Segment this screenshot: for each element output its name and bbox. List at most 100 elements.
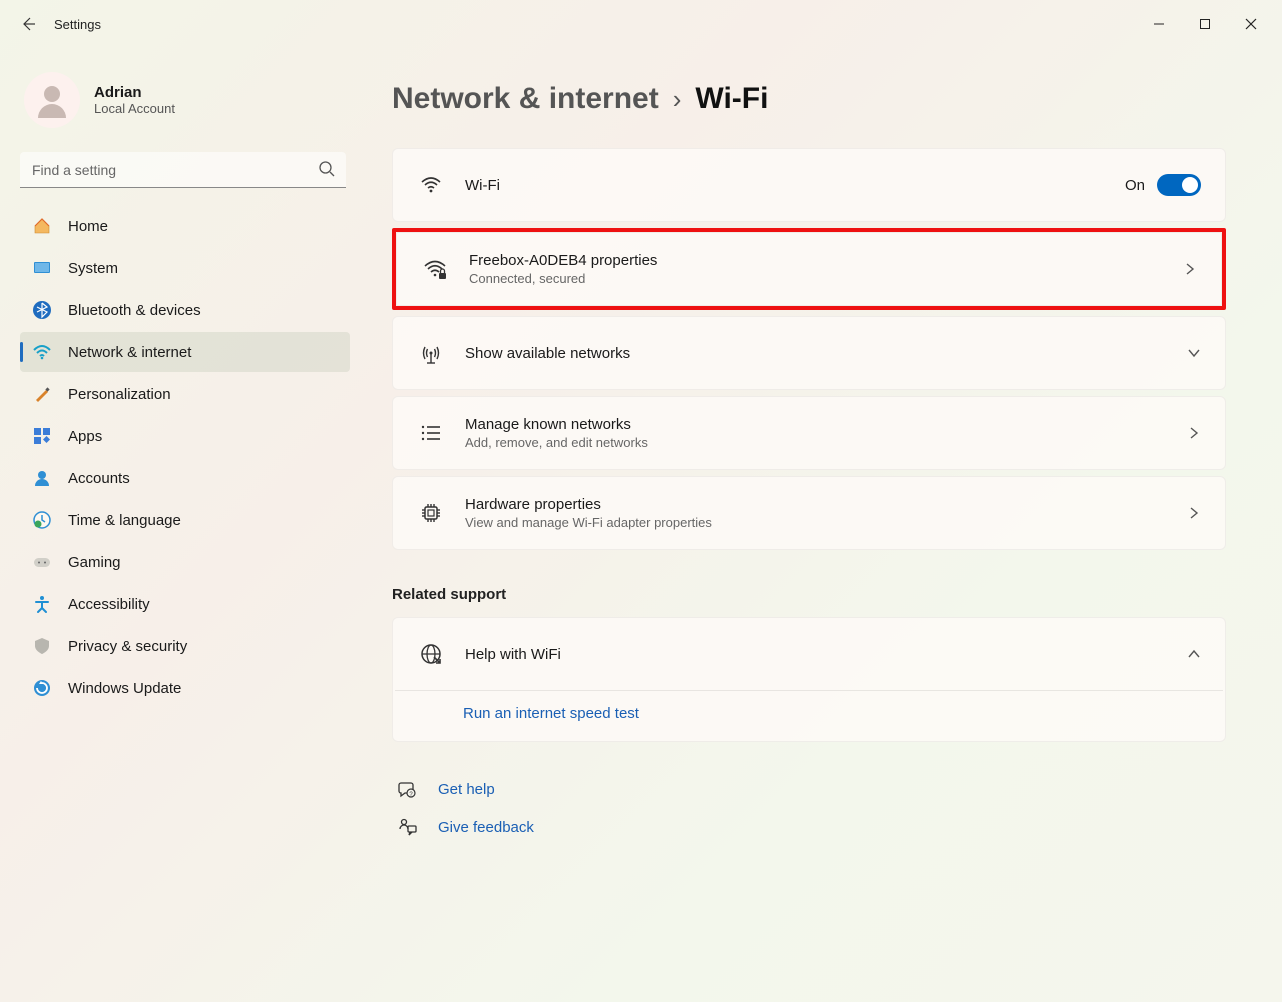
sidebar-item-label: Apps	[68, 428, 102, 445]
wifi-secured-icon	[421, 255, 449, 283]
speed-test-row: Run an internet speed test	[393, 691, 1225, 741]
connected-network-row[interactable]: Freebox-A0DEB4 properties Connected, sec…	[397, 233, 1221, 305]
bluetooth-icon	[32, 300, 52, 320]
apps-icon	[32, 426, 52, 446]
titlebar: Settings	[0, 0, 1282, 48]
search-box	[20, 152, 346, 188]
sidebar-item-gaming[interactable]: Gaming	[20, 542, 350, 582]
wifi-toggle-title: Wi-Fi	[465, 177, 1125, 194]
maximize-button[interactable]	[1182, 8, 1228, 40]
help-icon: ?	[396, 778, 418, 800]
wifi-icon	[417, 171, 445, 199]
window-controls	[1136, 8, 1274, 40]
nav: Home System Bluetooth & devices Network …	[16, 206, 354, 708]
sidebar-item-label: Personalization	[68, 386, 171, 403]
chevron-right-icon	[1183, 262, 1197, 276]
hardware-sub: View and manage Wi-Fi adapter properties	[465, 515, 1187, 530]
get-help-row[interactable]: ? Get help	[392, 770, 1226, 808]
sidebar-item-time[interactable]: Time & language	[20, 500, 350, 540]
maximize-icon	[1199, 18, 1211, 30]
hardware-row[interactable]: Hardware properties View and manage Wi-F…	[393, 477, 1225, 549]
sidebar-item-label: Bluetooth & devices	[68, 302, 201, 319]
search-input[interactable]	[20, 152, 346, 188]
sidebar-item-accounts[interactable]: Accounts	[20, 458, 350, 498]
sidebar-item-accessibility[interactable]: Accessibility	[20, 584, 350, 624]
chevron-right-icon	[1187, 506, 1201, 520]
sidebar-item-label: Windows Update	[68, 680, 181, 697]
search-icon	[318, 160, 336, 178]
brush-icon	[32, 384, 52, 404]
help-title: Help with WiFi	[465, 646, 1187, 663]
system-icon	[32, 258, 52, 278]
list-icon	[417, 419, 445, 447]
sidebar-item-label: System	[68, 260, 118, 277]
arrow-left-icon	[20, 16, 36, 32]
sidebar-item-label: Time & language	[68, 512, 181, 529]
antenna-icon	[417, 339, 445, 367]
avatar	[24, 72, 80, 128]
minimize-button[interactable]	[1136, 8, 1182, 40]
speed-test-link[interactable]: Run an internet speed test	[463, 705, 639, 722]
feedback-row[interactable]: Give feedback	[392, 808, 1226, 846]
connected-title: Freebox-A0DEB4 properties	[469, 252, 1183, 269]
help-card: Help with WiFi Run an internet speed tes…	[392, 617, 1226, 742]
get-help-link[interactable]: Get help	[438, 781, 495, 798]
minimize-icon	[1153, 18, 1165, 30]
sidebar-item-label: Accounts	[68, 470, 130, 487]
wifi-nav-icon	[32, 342, 52, 362]
close-button[interactable]	[1228, 8, 1274, 40]
feedback-link[interactable]: Give feedback	[438, 819, 534, 836]
known-title: Manage known networks	[465, 416, 1187, 433]
sidebar-item-bluetooth[interactable]: Bluetooth & devices	[20, 290, 350, 330]
connected-sub: Connected, secured	[469, 271, 1183, 286]
wifi-toggle-switch[interactable]	[1157, 174, 1201, 196]
sidebar-item-label: Accessibility	[68, 596, 150, 613]
sidebar-item-system[interactable]: System	[20, 248, 350, 288]
sidebar-item-update[interactable]: Windows Update	[20, 668, 350, 708]
shield-icon	[32, 636, 52, 656]
chevron-down-icon	[1187, 346, 1201, 360]
globe-icon	[417, 640, 445, 668]
back-button[interactable]	[8, 4, 48, 44]
highlight-box: Freebox-A0DEB4 properties Connected, sec…	[392, 228, 1226, 310]
home-icon	[32, 216, 52, 236]
known-networks-row[interactable]: Manage known networks Add, remove, and e…	[393, 397, 1225, 469]
breadcrumb: Network & internet › Wi-Fi	[392, 82, 1226, 116]
hardware-title: Hardware properties	[465, 496, 1187, 513]
sidebar-item-privacy[interactable]: Privacy & security	[20, 626, 350, 666]
user-icon	[32, 80, 72, 120]
user-name: Adrian	[94, 84, 175, 101]
help-row[interactable]: Help with WiFi	[393, 618, 1225, 690]
hardware-card: Hardware properties View and manage Wi-F…	[392, 476, 1226, 550]
main-content: Network & internet › Wi-Fi Wi-Fi On	[360, 48, 1282, 1002]
known-networks-card: Manage known networks Add, remove, and e…	[392, 396, 1226, 470]
feedback-icon	[396, 816, 418, 838]
available-networks-card: Show available networks	[392, 316, 1226, 390]
breadcrumb-parent[interactable]: Network & internet	[392, 82, 659, 116]
sidebar-item-home[interactable]: Home	[20, 206, 350, 246]
sidebar-item-label: Home	[68, 218, 108, 235]
available-title: Show available networks	[465, 345, 1187, 362]
known-sub: Add, remove, and edit networks	[465, 435, 1187, 450]
chevron-right-icon	[1187, 426, 1201, 440]
sidebar-item-network[interactable]: Network & internet	[20, 332, 350, 372]
chip-icon	[417, 499, 445, 527]
sidebar-item-label: Privacy & security	[68, 638, 187, 655]
wifi-toggle-row[interactable]: Wi-Fi On	[393, 149, 1225, 221]
close-icon	[1245, 18, 1257, 30]
sidebar: Adrian Local Account Home System Bluetoo…	[0, 48, 360, 1002]
accessibility-icon	[32, 594, 52, 614]
gaming-icon	[32, 552, 52, 572]
sidebar-item-personalization[interactable]: Personalization	[20, 374, 350, 414]
sidebar-item-label: Network & internet	[68, 344, 191, 361]
available-networks-row[interactable]: Show available networks	[393, 317, 1225, 389]
bottom-links: ? Get help Give feedback	[392, 770, 1226, 846]
related-heading: Related support	[392, 586, 1226, 603]
user-block[interactable]: Adrian Local Account	[16, 64, 354, 146]
accounts-icon	[32, 468, 52, 488]
connected-network-card: Freebox-A0DEB4 properties Connected, sec…	[396, 232, 1222, 306]
sidebar-item-apps[interactable]: Apps	[20, 416, 350, 456]
wifi-toggle-state: On	[1125, 177, 1145, 194]
wifi-toggle-card: Wi-Fi On	[392, 148, 1226, 222]
chevron-right-icon: ›	[673, 84, 682, 115]
